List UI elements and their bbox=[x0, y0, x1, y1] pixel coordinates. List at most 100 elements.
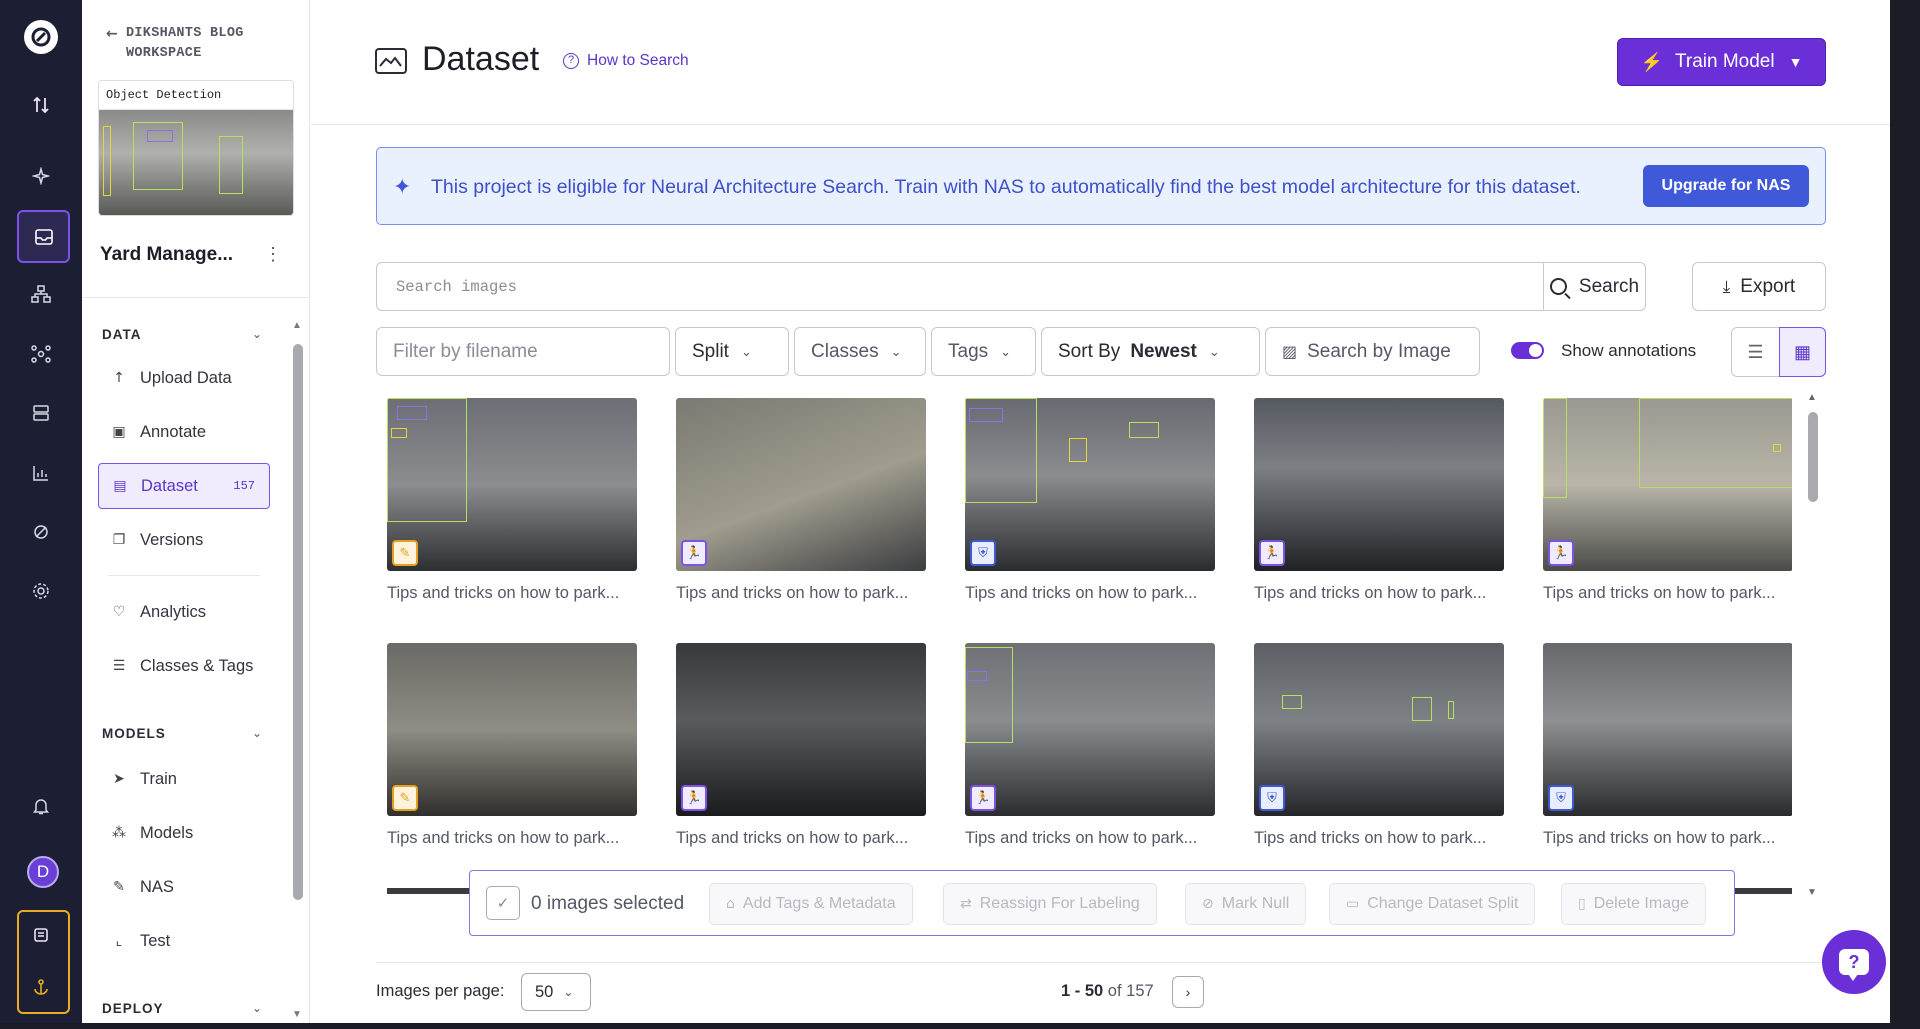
sidebar-item-dataset[interactable]: ▤ Dataset 157 bbox=[98, 463, 270, 509]
image-thumbnail[interactable]: 🏃 bbox=[676, 398, 926, 571]
search-by-image-button[interactable]: ▨ Search by Image bbox=[1265, 327, 1480, 376]
section-models-heading[interactable]: MODELS bbox=[102, 726, 166, 741]
avatar[interactable]: D bbox=[27, 856, 59, 888]
image-card[interactable]: ⛨ Tips and tricks on how to park... bbox=[1254, 643, 1504, 848]
project-name[interactable]: Yard Manage... bbox=[100, 244, 233, 266]
roboflow-logo-icon[interactable] bbox=[24, 20, 58, 54]
divider bbox=[311, 124, 1890, 125]
sort-dropdown[interactable]: Sort By Newest ⌄ bbox=[1041, 327, 1260, 376]
sidebar-item-annotate[interactable]: ▣ Annotate bbox=[98, 409, 270, 455]
search-input[interactable]: Search images bbox=[376, 262, 1544, 311]
image-thumbnail[interactable]: ✎ bbox=[387, 398, 637, 571]
chevron-down-icon[interactable]: ⌄ bbox=[252, 1001, 262, 1015]
upgrade-nas-button[interactable]: Upgrade for NAS bbox=[1643, 165, 1809, 207]
sidebar-item-analytics[interactable]: ♡ Analytics bbox=[98, 589, 270, 635]
image-card[interactable]: ✎ Tips and tricks on how to park... bbox=[387, 643, 637, 848]
train-badge-icon: 🏃 bbox=[681, 785, 707, 811]
list-view-icon[interactable]: ☰ bbox=[1731, 327, 1780, 377]
sparkle-icon[interactable] bbox=[22, 157, 60, 195]
image-card[interactable]: 🏃 Tips and tricks on how to park... bbox=[1254, 398, 1504, 603]
more-vertical-icon[interactable]: ⋮ bbox=[262, 244, 284, 268]
tags-label: Tags bbox=[948, 340, 989, 362]
docs-icon[interactable] bbox=[22, 917, 60, 955]
split-dropdown[interactable]: Split ⌄ bbox=[675, 327, 789, 376]
image-thumbnail[interactable]: ✎ bbox=[387, 643, 637, 816]
show-annotations-toggle[interactable] bbox=[1511, 342, 1544, 359]
sidebar-item-models[interactable]: ⁂ Models bbox=[98, 810, 270, 856]
sidebar-item-nas[interactable]: ✎ NAS bbox=[98, 864, 270, 910]
swap-icon[interactable] bbox=[22, 86, 60, 124]
select-all-checkbox[interactable]: ✓ bbox=[486, 886, 520, 920]
grid-view-icon[interactable]: ▦ bbox=[1779, 327, 1826, 377]
change-split-button[interactable]: ▭ Change Dataset Split bbox=[1329, 883, 1536, 925]
sidebar-item-classes-tags[interactable]: ☰ Classes & Tags bbox=[98, 643, 270, 689]
image-card[interactable]: ⛨ Tips and tricks on how to park... bbox=[965, 398, 1215, 603]
per-page-value: 50 bbox=[535, 982, 554, 1001]
sidebar-item-versions[interactable]: ❐ Versions bbox=[98, 517, 270, 563]
scroll-up-icon[interactable]: ▲ bbox=[1807, 392, 1817, 403]
reassign-labeling-button[interactable]: ⇄ Reassign For Labeling bbox=[943, 883, 1157, 925]
image-thumbnail[interactable]: ⛨ bbox=[1543, 643, 1792, 816]
project-thumbnail[interactable]: Object Detection bbox=[98, 80, 294, 216]
image-thumbnail[interactable]: 🏃 bbox=[1543, 398, 1792, 571]
delete-image-button[interactable]: ▯ Delete Image bbox=[1561, 883, 1706, 925]
help-chat-button[interactable]: ? bbox=[1822, 930, 1886, 994]
sidebar-item-train[interactable]: ➤ Train bbox=[98, 756, 270, 802]
workflow-icon[interactable] bbox=[22, 275, 60, 313]
scroll-down-icon[interactable]: ▼ bbox=[292, 1009, 302, 1020]
anchor-icon[interactable] bbox=[22, 968, 60, 1006]
image-card[interactable]: 🏃 Tips and tricks on how to park... bbox=[1543, 398, 1792, 603]
image-card[interactable]: 🏃 Tips and tricks on how to park... bbox=[965, 643, 1215, 848]
image-card[interactable]: 🏃 Tips and tricks on how to park... bbox=[676, 643, 926, 848]
sidebar-item-label: Models bbox=[140, 823, 194, 842]
image-thumbnail[interactable]: 🏃 bbox=[1254, 398, 1504, 571]
image-icon: ▨ bbox=[1282, 342, 1298, 361]
bell-icon[interactable] bbox=[22, 787, 60, 825]
how-to-search-link[interactable]: ? How to Search bbox=[563, 52, 689, 70]
grid-scroll-thumb[interactable] bbox=[1808, 412, 1818, 502]
back-to-workspace-link[interactable]: ← DIKSHANTS BLOG WORKSPACE bbox=[106, 24, 266, 64]
image-thumbnail[interactable]: ⛨ bbox=[965, 398, 1215, 571]
classes-icon: ☰ bbox=[112, 658, 126, 674]
image-thumbnail[interactable]: ⛨ bbox=[1254, 643, 1504, 816]
next-page-button[interactable]: › bbox=[1172, 976, 1204, 1008]
train-badge-icon: 🏃 bbox=[1548, 540, 1574, 566]
dataset-nav-icon[interactable] bbox=[17, 210, 70, 263]
search-icon bbox=[1549, 278, 1567, 295]
sidebar-item-test[interactable]: ⌞ Test bbox=[98, 918, 270, 964]
chevron-down-icon[interactable]: ⌄ bbox=[252, 327, 262, 341]
export-button[interactable]: ⤓ Export bbox=[1692, 262, 1826, 311]
per-page-select[interactable]: 50 ⌄ bbox=[521, 973, 591, 1011]
test-icon: ⌞ bbox=[115, 933, 123, 949]
image-thumbnail[interactable]: 🏃 bbox=[676, 643, 926, 816]
image-card[interactable]: 🏃 Tips and tricks on how to park... bbox=[676, 398, 926, 603]
nas-banner-message: This project is eligible for Neural Arch… bbox=[431, 176, 1581, 198]
section-data-heading[interactable]: DATA bbox=[102, 327, 142, 342]
deploy-icon[interactable] bbox=[22, 513, 60, 551]
image-card[interactable]: ✎ Tips and tricks on how to park... bbox=[387, 398, 637, 603]
train-model-button[interactable]: ⚡ Train Model ▼ bbox=[1617, 38, 1826, 86]
chart-icon[interactable] bbox=[22, 454, 60, 492]
scroll-up-icon[interactable]: ▲ bbox=[292, 320, 302, 331]
sidebar-scroll-thumb[interactable] bbox=[293, 344, 303, 900]
sidebar-item-upload-data[interactable]: ↑ Upload Data bbox=[98, 355, 270, 401]
mark-null-button[interactable]: ⊘ Mark Null bbox=[1185, 883, 1307, 925]
chevron-down-icon[interactable]: ⌄ bbox=[252, 726, 262, 740]
pagination-info: 1 - 50 of 157 bbox=[1061, 982, 1154, 1001]
grid-scrollbar[interactable]: ▲ ▼ bbox=[1805, 392, 1819, 898]
filename-filter-input[interactable]: Filter by filename bbox=[376, 327, 670, 376]
settings-icon[interactable] bbox=[22, 572, 60, 610]
image-card[interactable]: ⛨ Tips and tricks on how to park... bbox=[1543, 643, 1792, 848]
image-caption: Tips and tricks on how to park... bbox=[387, 829, 620, 847]
scroll-down-icon[interactable]: ▼ bbox=[1807, 887, 1817, 898]
tags-dropdown[interactable]: Tags ⌄ bbox=[931, 327, 1036, 376]
search-button[interactable]: Search bbox=[1543, 262, 1646, 311]
sidebar-scrollbar[interactable]: ▲ ▼ bbox=[290, 320, 304, 1020]
delete-image-label: Delete Image bbox=[1593, 895, 1689, 912]
add-tags-button[interactable]: ⌂ Add Tags & Metadata bbox=[709, 883, 913, 925]
classes-dropdown[interactable]: Classes ⌄ bbox=[794, 327, 926, 376]
section-deploy-heading[interactable]: DEPLOY bbox=[102, 1001, 164, 1016]
image-thumbnail[interactable]: 🏃 bbox=[965, 643, 1215, 816]
graph-icon[interactable] bbox=[22, 335, 60, 373]
database-icon[interactable] bbox=[22, 394, 60, 432]
